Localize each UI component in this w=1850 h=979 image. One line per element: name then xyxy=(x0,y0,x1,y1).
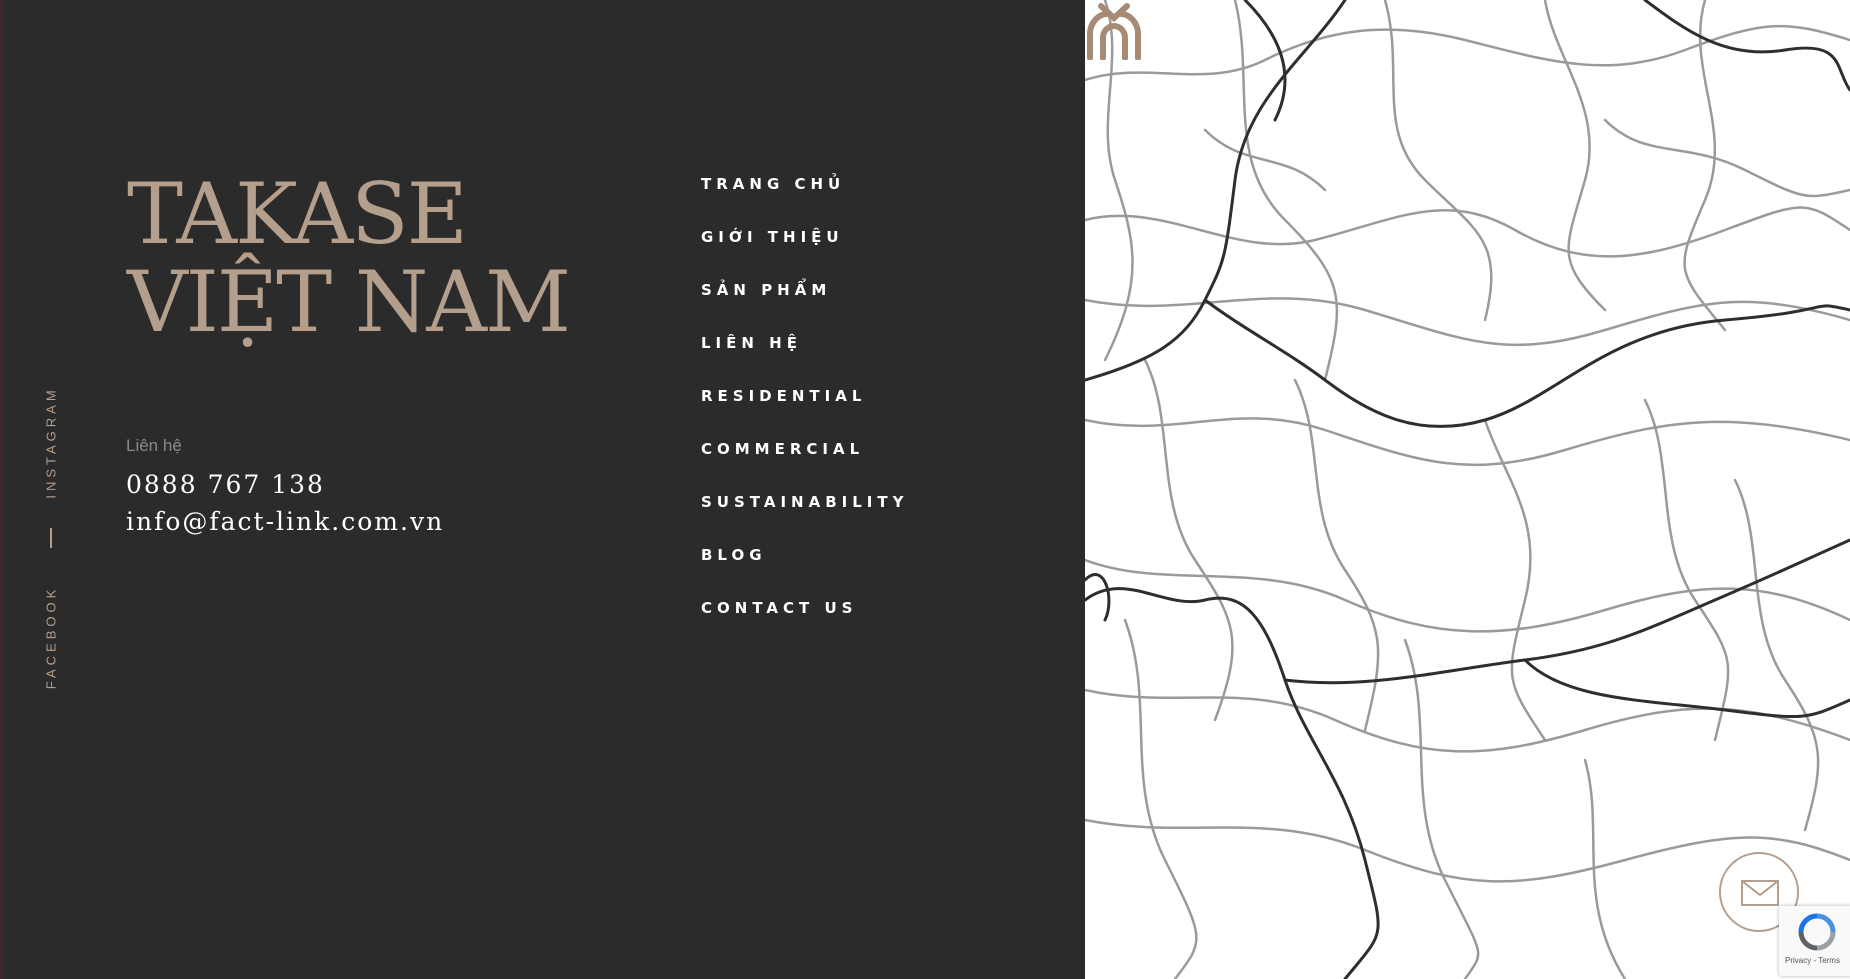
footer-left-panel: INSTAGRAM FACEBOOK TAKASE VIỆT NAM Liên … xyxy=(0,0,1085,979)
social-divider xyxy=(50,528,52,548)
brand-title: TAKASE VIỆT NAM xyxy=(127,165,571,351)
nav-item-blog[interactable]: BLOG xyxy=(701,543,908,596)
facebook-link[interactable]: FACEBOOK xyxy=(44,586,59,690)
map-roads xyxy=(1085,0,1850,979)
nav-item-trang-chu[interactable]: TRANG CHỦ xyxy=(701,172,908,225)
contact-label: Liên hệ xyxy=(126,436,182,455)
nav-item-contact-us[interactable]: CONTACT US xyxy=(701,596,908,649)
email-link[interactable]: info@fact-link.com.vn xyxy=(126,503,444,540)
phone-link[interactable]: 0888 767 138 xyxy=(126,466,444,503)
nav-item-sustainability[interactable]: SUSTAINABILITY xyxy=(701,490,908,543)
instagram-link[interactable]: INSTAGRAM xyxy=(44,386,59,498)
footer-nav: TRANG CHỦ GIỚI THIỆU SẢN PHẨM LIÊN HỆ RE… xyxy=(701,172,908,649)
location-map[interactable]: Privacy - Terms xyxy=(1085,0,1850,979)
takase-logo-icon xyxy=(1087,3,1141,60)
nav-item-gioi-thieu[interactable]: GIỚI THIỆU xyxy=(701,225,908,278)
recaptcha-badge[interactable]: Privacy - Terms xyxy=(1779,906,1850,976)
nav-item-lien-he[interactable]: LIÊN HỆ xyxy=(701,331,908,384)
recaptcha-icon xyxy=(1798,913,1836,951)
brand-line-2: VIỆT NAM xyxy=(127,253,571,351)
mail-icon xyxy=(1741,880,1779,906)
social-links: INSTAGRAM FACEBOOK xyxy=(41,375,61,690)
recaptcha-terms[interactable]: Privacy - Terms xyxy=(1785,956,1840,965)
brand-line-1: TAKASE xyxy=(127,165,468,263)
nav-item-commercial[interactable]: COMMERCIAL xyxy=(701,437,908,490)
nav-item-san-pham[interactable]: SẢN PHẨM xyxy=(701,278,908,331)
nav-item-residential[interactable]: RESIDENTIAL xyxy=(701,384,908,437)
contact-block: Liên hệ 0888 767 138 info@fact-link.com.… xyxy=(126,436,444,540)
